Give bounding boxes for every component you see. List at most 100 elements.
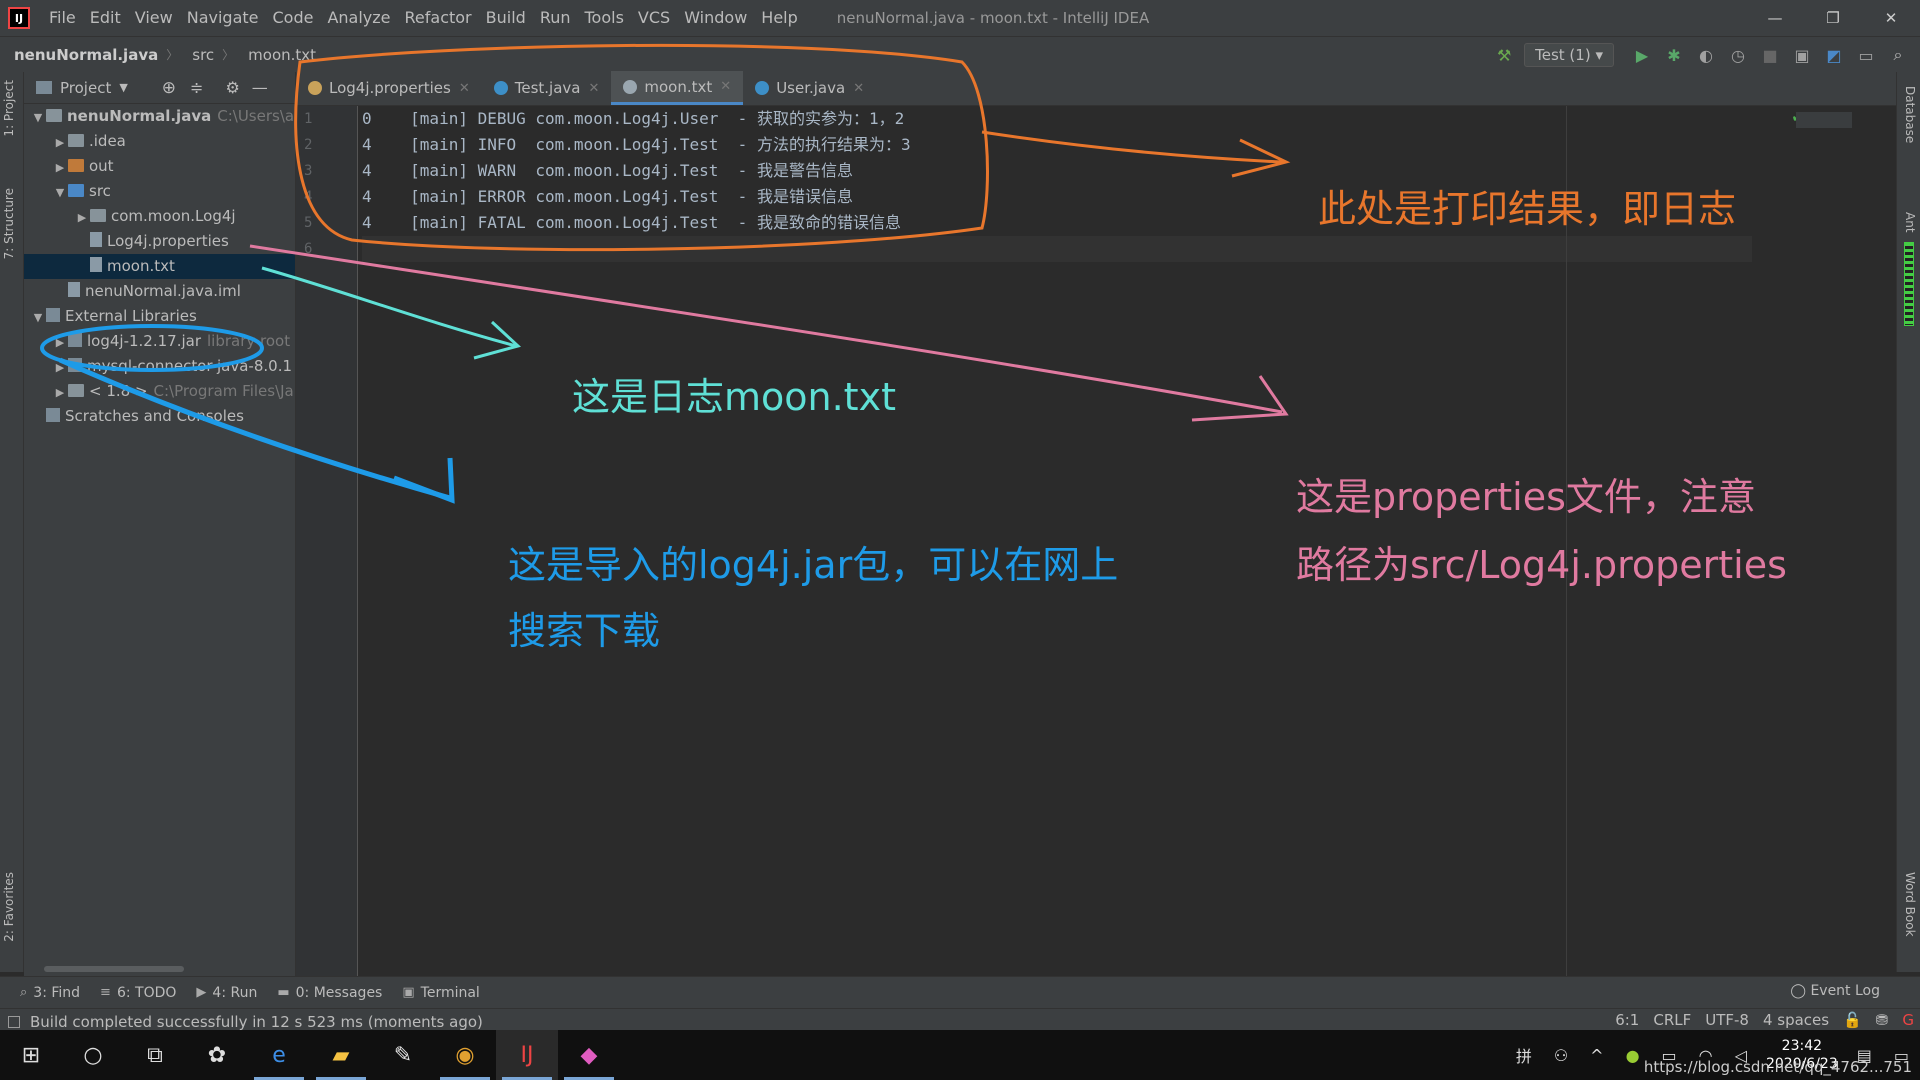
security-icon[interactable]: ● xyxy=(1626,1046,1640,1065)
chrome-icon[interactable]: ◉ xyxy=(434,1030,496,1080)
breadcrumb-folder[interactable]: src xyxy=(192,46,214,64)
coverage-icon[interactable]: ◐ xyxy=(1690,46,1722,65)
google-icon[interactable]: G xyxy=(1902,1011,1914,1029)
menu-edit[interactable]: Edit xyxy=(83,0,128,36)
tab-todo[interactable]: ≡ 6: TODO xyxy=(100,985,176,1001)
tree-item[interactable]: ▼ nenuNormal.java C:\Users\as xyxy=(24,104,295,129)
chevron-right-icon[interactable]: ▶ xyxy=(52,355,68,379)
menu-run[interactable]: Run xyxy=(533,0,578,36)
tab-run[interactable]: ▶ 4: Run xyxy=(196,985,257,1001)
tree-item[interactable]: ▶ < 1.8 > C:\Program Files\Ja xyxy=(24,379,295,404)
windows-start-icon[interactable]: ⊞ xyxy=(0,1030,62,1080)
tree-item[interactable]: moon.txt xyxy=(24,254,295,279)
chevron-right-icon[interactable]: ▶ xyxy=(52,380,68,404)
run-config-select[interactable]: Test (1) ▾ xyxy=(1524,43,1614,67)
chevron-right-icon[interactable]: ▶ xyxy=(74,205,90,229)
chevron-down-icon[interactable]: ▼ xyxy=(30,305,46,329)
code-line[interactable]: 0 [main] DEBUG com.moon.Log4j.User - 获取的… xyxy=(362,106,1662,132)
gear-icon[interactable]: ⚙ xyxy=(225,78,239,97)
tree-item[interactable]: ▶ mysql-connector-java-8.0.1 xyxy=(24,354,295,379)
editor-tab[interactable]: User.java ✕ xyxy=(743,71,876,105)
tree-item[interactable]: ▼ External Libraries xyxy=(24,304,295,329)
chevron-up-icon[interactable]: ^ xyxy=(1590,1046,1603,1065)
editor-tab[interactable]: Log4j.properties ✕ xyxy=(296,71,482,105)
menu-view[interactable]: View xyxy=(128,0,180,36)
window-icon[interactable]: ▭ xyxy=(1850,46,1882,65)
search-icon[interactable]: ⌕ xyxy=(1882,45,1914,65)
tab-favorites-tool[interactable]: 2: Favorites xyxy=(2,872,16,942)
collapse-all-icon[interactable]: ≑ xyxy=(190,78,203,97)
run-icon[interactable]: ▶ xyxy=(1626,46,1658,65)
event-log-button[interactable]: ◯ Event Log xyxy=(1790,983,1880,999)
tab-find[interactable]: ⌕ 3: Find xyxy=(20,985,80,1001)
people-icon[interactable]: ⚇ xyxy=(1554,1046,1568,1065)
file-encoding[interactable]: UTF-8 xyxy=(1705,1011,1749,1029)
toggle-tool-windows-icon[interactable] xyxy=(8,1015,20,1028)
translate-icon[interactable]: ◩ xyxy=(1818,46,1850,65)
menu-code[interactable]: Code xyxy=(266,0,321,36)
close-icon[interactable]: ✕ xyxy=(588,81,599,96)
code-minimap[interactable] xyxy=(1796,112,1852,128)
chevron-right-icon[interactable]: ▶ xyxy=(52,330,68,354)
build-hammer-icon[interactable]: ⚒ xyxy=(1488,46,1520,65)
menu-window[interactable]: Window xyxy=(677,0,754,36)
stop-icon[interactable]: ■ xyxy=(1754,46,1786,65)
menu-vcs[interactable]: VCS xyxy=(631,0,677,36)
menu-file[interactable]: File xyxy=(42,0,83,36)
ie-browser-icon[interactable]: e xyxy=(248,1030,310,1080)
locate-icon[interactable]: ⊕ xyxy=(162,78,176,98)
tab-messages[interactable]: ▬ 0: Messages xyxy=(277,985,382,1001)
line-separator[interactable]: CRLF xyxy=(1653,1011,1691,1029)
tab-terminal[interactable]: ▣ Terminal xyxy=(402,985,479,1001)
minimize-icon[interactable]: — xyxy=(1746,0,1804,36)
drop-app-icon[interactable]: ◆ xyxy=(558,1030,620,1080)
tab-structure-tool[interactable]: 7: Structure xyxy=(2,188,16,259)
project-structure-icon[interactable]: ▣ xyxy=(1786,46,1818,65)
input-method-icon[interactable]: 拼 xyxy=(1516,1043,1532,1067)
pinwheel-app-icon[interactable]: ✿ xyxy=(186,1030,248,1080)
event-icon[interactable]: ⛃ xyxy=(1876,1011,1889,1029)
tree-item[interactable]: ▶ .idea xyxy=(24,129,295,154)
menu-refactor[interactable]: Refactor xyxy=(398,0,479,36)
task-view-icon[interactable]: ⧉ xyxy=(124,1030,186,1080)
code-line[interactable] xyxy=(362,236,1752,262)
chevron-right-icon[interactable]: ▶ xyxy=(52,155,68,179)
menu-help[interactable]: Help xyxy=(754,0,804,36)
tree-item[interactable]: ▶ log4j-1.2.17.jar library root xyxy=(24,329,295,354)
hide-icon[interactable]: — xyxy=(252,78,268,97)
close-icon[interactable]: ✕ xyxy=(853,81,864,96)
intellij-taskbar-icon[interactable]: IJ xyxy=(496,1030,558,1080)
debug-icon[interactable]: ✱ xyxy=(1658,46,1690,65)
lock-icon[interactable]: 🔓 xyxy=(1843,1011,1862,1029)
menu-build[interactable]: Build xyxy=(479,0,533,36)
tab-wordbook-tool[interactable]: Word Book xyxy=(1903,872,1917,937)
menu-tools[interactable]: Tools xyxy=(578,0,631,36)
paint-app-icon[interactable]: ✎ xyxy=(372,1030,434,1080)
tree-item[interactable]: ▶ com.moon.Log4j xyxy=(24,204,295,229)
tree-item[interactable]: nenuNormal.java.iml xyxy=(24,279,295,304)
file-explorer-icon[interactable]: ▰ xyxy=(310,1030,372,1080)
chevron-down-icon[interactable]: ▼ xyxy=(30,105,46,129)
editor-tab[interactable]: Test.java ✕ xyxy=(482,71,612,105)
chevron-right-icon[interactable]: ▶ xyxy=(52,130,68,154)
menu-navigate[interactable]: Navigate xyxy=(180,0,266,36)
tree-item[interactable]: Log4j.properties xyxy=(24,229,295,254)
menu-analyze[interactable]: Analyze xyxy=(320,0,397,36)
tree-item[interactable]: Scratches and Consoles xyxy=(24,404,295,429)
indent-setting[interactable]: 4 spaces xyxy=(1763,1011,1829,1029)
tree-item[interactable]: ▼ src xyxy=(24,179,295,204)
chevron-down-icon[interactable]: ▼ xyxy=(119,81,127,94)
search-circle-icon[interactable]: ○ xyxy=(62,1030,124,1080)
close-icon[interactable]: ✕ xyxy=(1862,0,1920,36)
close-icon[interactable]: ✕ xyxy=(459,81,470,96)
breadcrumb-project[interactable]: nenuNormal.java xyxy=(14,46,158,64)
project-view-select[interactable]: Project xyxy=(60,79,111,97)
profile-icon[interactable]: ◷ xyxy=(1722,46,1754,65)
tree-item[interactable]: ▶ out xyxy=(24,154,295,179)
horizontal-scrollbar[interactable] xyxy=(44,966,184,972)
tab-database-tool[interactable]: Database xyxy=(1903,86,1917,143)
chevron-down-icon[interactable]: ▼ xyxy=(52,180,68,204)
restore-icon[interactable]: ❐ xyxy=(1804,0,1862,36)
code-line[interactable]: 4 [main] INFO com.moon.Log4j.Test - 方法的执… xyxy=(362,132,1662,158)
close-icon[interactable]: ✕ xyxy=(720,79,731,94)
